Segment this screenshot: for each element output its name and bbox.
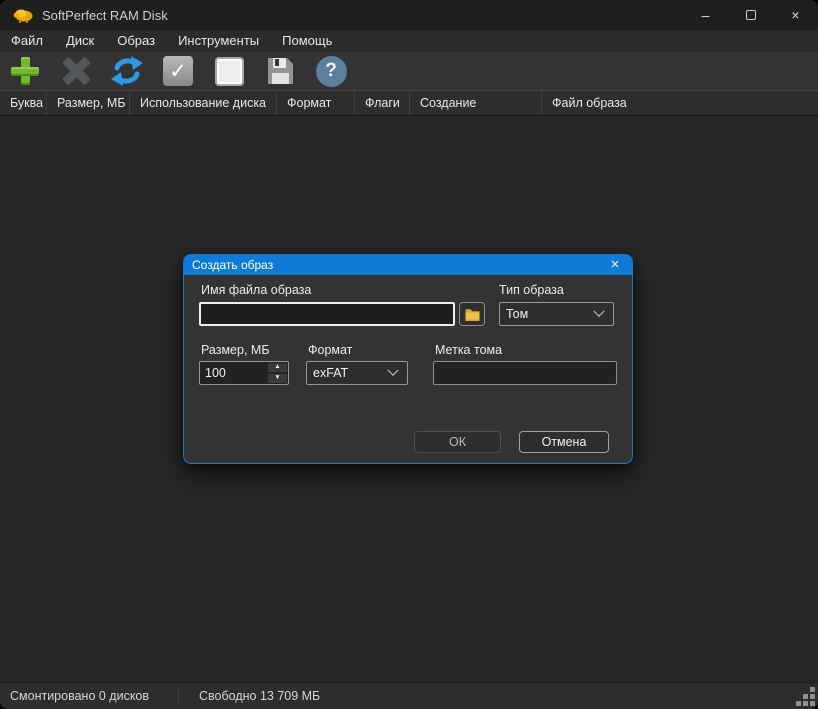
menu-image[interactable]: Образ (107, 30, 165, 52)
mount-check-icon: ✓ (163, 56, 193, 86)
mount-button[interactable]: ✓ (160, 54, 196, 88)
spin-up-icon: ▲ (274, 363, 281, 371)
status-mounted-disks: Смонтировано 0 дисков (10, 689, 150, 703)
unmount-button[interactable] (211, 54, 247, 88)
dialog-titlebar: Создать образ × (184, 255, 632, 275)
maximize-icon (745, 10, 756, 20)
volume-label-label: Метка тома (435, 343, 503, 357)
help-question-icon: ? (315, 55, 347, 87)
size-spin-down-button[interactable]: ▼ (268, 374, 287, 383)
filename-input[interactable] (199, 302, 455, 326)
menu-disk[interactable]: Диск (56, 30, 104, 52)
minimize-icon: – (701, 7, 710, 23)
save-image-button[interactable] (262, 54, 298, 88)
menu-help[interactable]: Помощь (272, 30, 342, 52)
statusbar: Смонтировано 0 дисков Свободно 13 709 МБ (0, 682, 818, 709)
unmount-square-icon (214, 56, 244, 86)
save-floppy-icon (268, 58, 293, 84)
image-type-combobox[interactable]: Том (499, 302, 614, 326)
dialog-close-icon: × (610, 256, 620, 273)
image-type-value: Том (506, 307, 529, 321)
help-button[interactable]: ? (313, 54, 349, 88)
menu-tools[interactable]: Инструменты (168, 30, 269, 52)
image-type-label: Тип образа (499, 283, 564, 297)
close-button[interactable]: × (773, 0, 818, 30)
refresh-remount-button[interactable] (109, 54, 145, 88)
refresh-cycle-icon (111, 56, 143, 86)
size-input[interactable] (200, 362, 268, 384)
column-header-size[interactable]: Размер, МБ (47, 91, 130, 115)
list-header: Буква Размер, МБ Использование диска Фор… (0, 90, 818, 116)
folder-icon (465, 309, 479, 321)
toolbar: ✓ ? (0, 52, 818, 90)
dialog-title: Создать образ (192, 258, 274, 272)
cancel-button[interactable]: Отмена (519, 431, 609, 453)
format-value: exFAT (313, 366, 349, 380)
volume-label-input[interactable] (433, 361, 617, 385)
minimize-button[interactable]: – (683, 0, 728, 30)
menu-file[interactable]: Файл (1, 30, 53, 52)
menubar: Файл Диск Образ Инструменты Помощь (0, 30, 818, 52)
close-icon: × (791, 7, 800, 23)
column-header-disk-usage[interactable]: Использование диска (130, 91, 277, 115)
column-header-letter[interactable]: Буква (0, 91, 47, 115)
add-disk-button[interactable] (7, 54, 43, 88)
filename-label: Имя файла образа (201, 283, 312, 297)
column-header-flags[interactable]: Флаги (355, 91, 410, 115)
remove-x-icon (61, 56, 91, 86)
remove-disk-button[interactable] (58, 54, 94, 88)
spin-down-icon: ▼ (274, 374, 281, 382)
column-header-creation[interactable]: Создание (410, 91, 542, 115)
dialog-close-button[interactable]: × (604, 257, 626, 273)
add-plus-icon (10, 56, 40, 86)
size-spinner: ▲ ▼ (199, 361, 289, 385)
app-logo-icon (13, 9, 33, 23)
column-header-format[interactable]: Формат (277, 91, 355, 115)
ok-button[interactable]: ОК (414, 431, 501, 453)
format-combobox[interactable]: exFAT (306, 361, 408, 385)
size-label: Размер, МБ (201, 343, 270, 357)
resize-grip[interactable] (795, 686, 815, 706)
status-separator (178, 687, 179, 705)
column-header-image-file[interactable]: Файл образа (542, 91, 818, 115)
create-image-dialog: Создать образ × Имя файла образа Тип обр… (183, 254, 633, 464)
titlebar: SoftPerfect RAM Disk – × (0, 0, 818, 30)
chevron-down-icon (387, 364, 399, 376)
maximize-button[interactable] (728, 0, 773, 30)
app-window: SoftPerfect RAM Disk – × Файл Диск Образ… (0, 0, 818, 709)
chevron-down-icon (593, 305, 605, 317)
browse-button[interactable] (459, 302, 485, 326)
size-spin-up-button[interactable]: ▲ (268, 363, 287, 372)
format-label: Формат (308, 343, 353, 357)
window-title: SoftPerfect RAM Disk (42, 7, 168, 23)
status-free-memory: Свободно 13 709 МБ (199, 689, 321, 703)
